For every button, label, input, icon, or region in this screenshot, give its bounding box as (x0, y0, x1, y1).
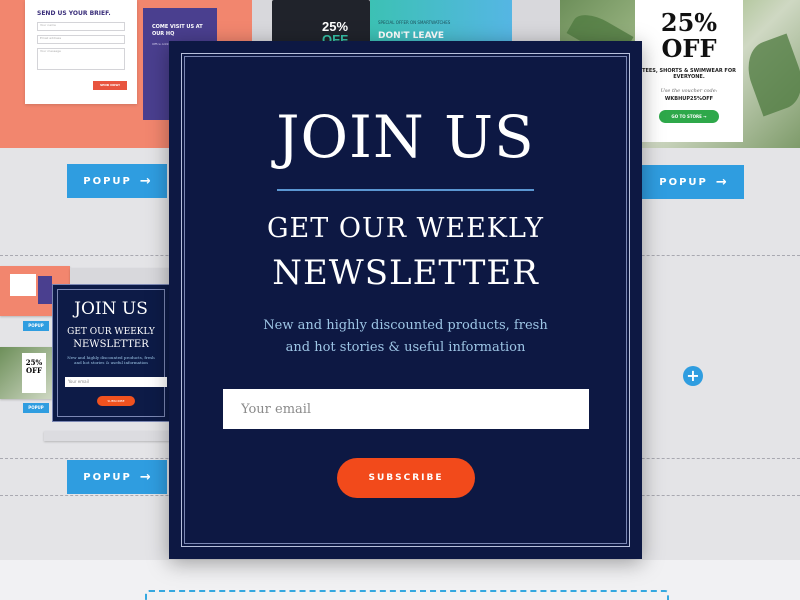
teal-promo-subtitle: SPECIAL OFFER ON SMARTWATCHES (378, 20, 451, 25)
palm-leaf-image (739, 33, 800, 117)
mini-discount-off: OFF (25, 366, 43, 375)
discount-note: Use the voucher code: (660, 88, 718, 94)
arrow-right-icon: → (715, 174, 727, 190)
popup-description-line1: New and highly discounted products, fres… (263, 318, 548, 333)
add-template-button[interactable]: + (683, 366, 703, 386)
popup-button-label: POPUP (83, 175, 132, 187)
mini-newsletter-email: Your email (65, 377, 167, 387)
popup-button[interactable]: POPUP → (67, 460, 167, 494)
popup-subtitle: GET OUR WEEKLY NEWSLETTER (169, 207, 642, 295)
mini-newsletter-thumbnail[interactable]: JOIN US GET OUR WEEKLY NEWSLETTER New an… (52, 284, 170, 422)
popup-button-label: POPUP (659, 176, 708, 188)
popup-button-label: POPUP (83, 471, 132, 483)
popup-button[interactable]: POPUP → (67, 164, 167, 198)
discount-percent: 25% (660, 8, 718, 37)
popup-subtitle-line2: NEWSLETTER (272, 253, 539, 293)
contact-card: SEND US YOUR BRIEF. Your name Email addr… (25, 0, 137, 104)
mini-newsletter-title: JOIN US (74, 299, 148, 319)
popup-description-line2: and hot stories & useful information (285, 340, 526, 355)
contact-card-title: SEND US YOUR BRIEF. (37, 10, 111, 17)
email-input[interactable] (223, 389, 589, 429)
discount-card: 25% OFF TEES, SHORTS & SWIMWEAR FOR EVER… (635, 0, 743, 142)
mini-discount-card: 25% OFF (22, 353, 46, 393)
popup-title: JOIN US (276, 103, 535, 171)
teal-promo-card: SPECIAL OFFER ON SMARTWATCHES DON'T LEAV… (370, 0, 512, 46)
mini-thumbnail[interactable] (44, 431, 170, 441)
discount-off: OFF (661, 34, 717, 63)
arrow-right-icon: → (139, 173, 151, 189)
mini-newsletter-subtitle1: GET OUR WEEKLY (67, 327, 155, 337)
popup-title-divider (277, 189, 534, 191)
subscribe-button[interactable]: SUBSCRIBE (337, 458, 475, 498)
newsletter-popup: JOIN US GET OUR WEEKLY NEWSLETTER New an… (169, 41, 642, 559)
popup-button[interactable]: POPUP → (642, 165, 744, 199)
popup-description: New and highly discounted products, fres… (249, 315, 562, 359)
discount-subtitle: TEES, SHORTS & SWIMWEAR FOR EVERYONE. (642, 68, 736, 80)
visit-card-title: COME VISIT US AT OUR HQ (152, 24, 203, 37)
mini-thumbnail[interactable]: 25% OFF (0, 347, 52, 399)
mini-visit-card (38, 276, 52, 304)
mini-contact-card (10, 274, 36, 296)
contact-send-button: SEND NOW! (93, 81, 127, 90)
mini-popup-button[interactable]: POPUP (23, 403, 49, 413)
discount-code: WKBHUP25%OFF (664, 96, 714, 102)
mini-popup-button[interactable]: POPUP (23, 321, 49, 331)
contact-email-field: Email address (37, 35, 125, 44)
arrow-right-icon: → (139, 469, 151, 485)
mini-newsletter-subtitle2: NEWSLETTER (73, 339, 149, 350)
discount-store-button: GO TO STORE → (659, 110, 719, 123)
drop-zone[interactable] (145, 590, 669, 600)
mini-newsletter-desc: New and highly discounted products, fres… (67, 355, 155, 365)
contact-name-field: Your name (37, 22, 125, 31)
teal-promo-title: DON'T LEAVE (378, 31, 445, 41)
contact-message-field: Your message (37, 48, 125, 70)
popup-subtitle-line1: GET OUR WEEKLY (266, 213, 545, 244)
mini-newsletter-subscribe: SUBSCRIBE (97, 396, 135, 406)
